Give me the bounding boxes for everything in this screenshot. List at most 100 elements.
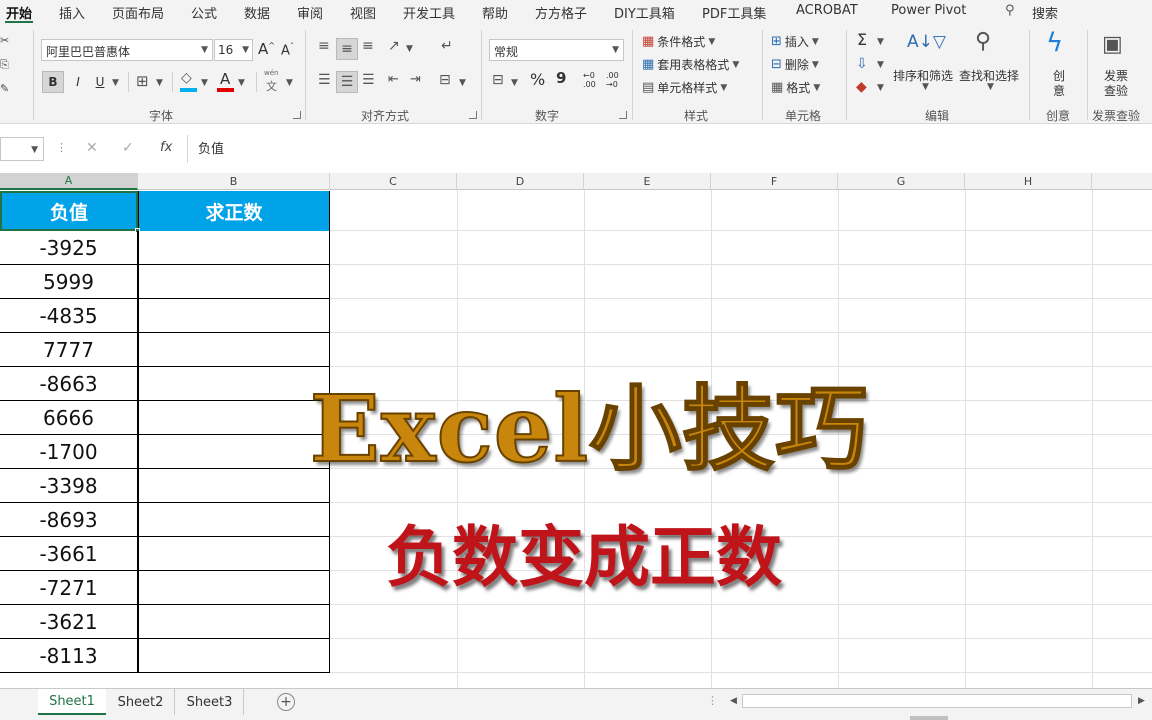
- orientation-icon[interactable]: ↗: [388, 38, 400, 54]
- tab-developer[interactable]: 开发工具: [403, 3, 455, 22]
- column-header-f[interactable]: F: [711, 173, 838, 190]
- middle-align-icon[interactable]: ≡: [336, 38, 358, 60]
- result-cell[interactable]: [138, 639, 330, 673]
- result-cell[interactable]: [138, 299, 330, 333]
- percent-style-button[interactable]: %: [530, 70, 545, 89]
- cell-styles-button[interactable]: ▤ 单元格样式 ▼: [642, 79, 727, 96]
- font-size-box[interactable]: 16 ▼: [214, 39, 253, 61]
- copy-icon[interactable]: ⎘: [0, 58, 9, 72]
- sheet-tab-1[interactable]: Sheet1: [38, 689, 106, 715]
- create-label-2[interactable]: 意: [1053, 82, 1065, 99]
- underline-button[interactable]: U: [90, 71, 110, 93]
- decrease-indent-icon[interactable]: ⇤: [388, 72, 399, 87]
- chevron-down-icon[interactable]: ▼: [877, 37, 884, 47]
- value-cell[interactable]: -8113: [0, 639, 138, 673]
- tab-power-pivot[interactable]: Power Pivot: [891, 3, 966, 18]
- insert-cells-button[interactable]: ⊞ 插入 ▼: [771, 33, 819, 50]
- sheet-tab-2[interactable]: Sheet2: [107, 689, 175, 715]
- invoice-label-2[interactable]: 查验: [1104, 82, 1128, 99]
- chevron-down-icon[interactable]: ▼: [922, 82, 929, 92]
- increase-indent-icon[interactable]: ⇥: [410, 72, 421, 87]
- tab-fangfang[interactable]: 方方格子: [535, 3, 587, 22]
- autosum-icon[interactable]: Σ: [857, 30, 867, 49]
- header-cell-negative[interactable]: 负值: [0, 191, 138, 231]
- scroll-left-icon[interactable]: ◀: [730, 696, 737, 706]
- value-cell[interactable]: -3925: [0, 231, 138, 265]
- formula-input[interactable]: 负值: [198, 138, 224, 157]
- search-icon[interactable]: ⚲: [1005, 3, 1015, 18]
- scroll-thumb[interactable]: [910, 716, 948, 720]
- value-cell[interactable]: -3621: [0, 605, 138, 639]
- insert-function-icon[interactable]: fx: [160, 140, 172, 155]
- value-cell[interactable]: -4835: [0, 299, 138, 333]
- dialog-launcher-icon[interactable]: [619, 111, 627, 119]
- top-align-icon[interactable]: ≡: [318, 38, 330, 54]
- border-icon[interactable]: ⊞: [136, 72, 149, 90]
- chevron-down-icon[interactable]: ▼: [877, 83, 884, 93]
- increase-decimal-button[interactable]: ←0 .00: [583, 71, 596, 89]
- bold-button[interactable]: B: [42, 71, 64, 93]
- value-cell[interactable]: 5999: [0, 265, 138, 299]
- font-color-icon[interactable]: A: [220, 70, 230, 88]
- format-as-table-button[interactable]: ▦ 套用表格格式 ▼: [642, 56, 739, 73]
- column-header-h[interactable]: H: [965, 173, 1092, 190]
- delete-cells-button[interactable]: ⊟ 删除 ▼: [771, 56, 819, 73]
- align-left-icon[interactable]: ☰: [318, 72, 331, 88]
- find-select-icon[interactable]: ⚲: [975, 29, 991, 54]
- column-header-c[interactable]: C: [330, 173, 457, 190]
- column-header-b[interactable]: B: [138, 173, 330, 190]
- font-name-box[interactable]: 阿里巴巴普惠体 ▼: [41, 39, 213, 61]
- result-cell[interactable]: [138, 265, 330, 299]
- format-cells-button[interactable]: ▦ 格式 ▼: [771, 79, 820, 96]
- chevron-down-icon[interactable]: ▼: [238, 78, 245, 88]
- chevron-down-icon[interactable]: ▼: [459, 78, 466, 88]
- tab-insert[interactable]: 插入: [59, 3, 85, 22]
- merge-center-icon[interactable]: ⊟: [439, 72, 451, 88]
- column-header-g[interactable]: G: [838, 173, 965, 190]
- wrap-text-icon[interactable]: ↵: [441, 38, 453, 54]
- chevron-down-icon[interactable]: ▼: [987, 82, 994, 92]
- chevron-down-icon[interactable]: ▼: [286, 78, 293, 88]
- sort-filter-icon[interactable]: A↓▽: [907, 32, 946, 52]
- tab-pdf-tools[interactable]: PDF工具集: [702, 3, 766, 22]
- chevron-down-icon[interactable]: ▼: [112, 78, 119, 88]
- horizontal-scrollbar[interactable]: [742, 694, 1132, 708]
- chevron-down-icon[interactable]: ▼: [406, 44, 413, 54]
- tab-data[interactable]: 数据: [244, 3, 270, 22]
- tab-page-layout[interactable]: 页面布局: [112, 3, 164, 22]
- tab-view[interactable]: 视图: [350, 3, 376, 22]
- column-header-a[interactable]: A: [0, 173, 138, 190]
- column-header-e[interactable]: E: [584, 173, 711, 190]
- chevron-down-icon[interactable]: ▼: [877, 60, 884, 70]
- tab-acrobat[interactable]: ACROBAT: [796, 3, 858, 18]
- dialog-launcher-icon[interactable]: [293, 111, 301, 119]
- confirm-entry-icon[interactable]: ✓: [122, 140, 134, 156]
- dialog-launcher-icon[interactable]: [469, 111, 477, 119]
- name-box[interactable]: ▼: [0, 137, 44, 161]
- comma-style-button[interactable]: 9: [556, 69, 566, 87]
- align-center-icon[interactable]: ☰: [336, 71, 358, 93]
- tab-formulas[interactable]: 公式: [191, 3, 217, 22]
- decrease-font-size-icon[interactable]: Aˇ: [281, 42, 294, 58]
- fill-color-icon[interactable]: ◇: [181, 70, 192, 86]
- column-header-d[interactable]: D: [457, 173, 584, 190]
- chevron-down-icon[interactable]: ▼: [201, 78, 208, 88]
- cancel-entry-icon[interactable]: ✕: [86, 140, 98, 156]
- format-painter-icon[interactable]: ✎: [0, 82, 9, 95]
- invoice-check-icon[interactable]: ▣: [1102, 32, 1123, 57]
- lightning-icon[interactable]: ϟ: [1046, 28, 1063, 58]
- decrease-decimal-button[interactable]: .00 →0: [606, 71, 619, 89]
- bottom-align-icon[interactable]: ≡: [362, 38, 374, 54]
- number-format-box[interactable]: 常规 ▼: [489, 39, 624, 61]
- header-cell-positive[interactable]: 求正数: [138, 191, 330, 231]
- accounting-format-icon[interactable]: ⊟: [492, 72, 504, 88]
- italic-button[interactable]: I: [68, 71, 88, 93]
- sheet-tab-3[interactable]: Sheet3: [176, 689, 244, 715]
- conditional-formatting-button[interactable]: ▦ 条件格式 ▼: [642, 33, 715, 50]
- add-sheet-button[interactable]: +: [277, 693, 295, 711]
- fill-icon[interactable]: ⇩: [856, 56, 868, 72]
- chevron-down-icon[interactable]: ▼: [511, 78, 518, 88]
- clear-icon[interactable]: ◆: [856, 79, 867, 95]
- tab-home[interactable]: 开始: [6, 3, 32, 22]
- tab-search[interactable]: 搜索: [1032, 3, 1058, 22]
